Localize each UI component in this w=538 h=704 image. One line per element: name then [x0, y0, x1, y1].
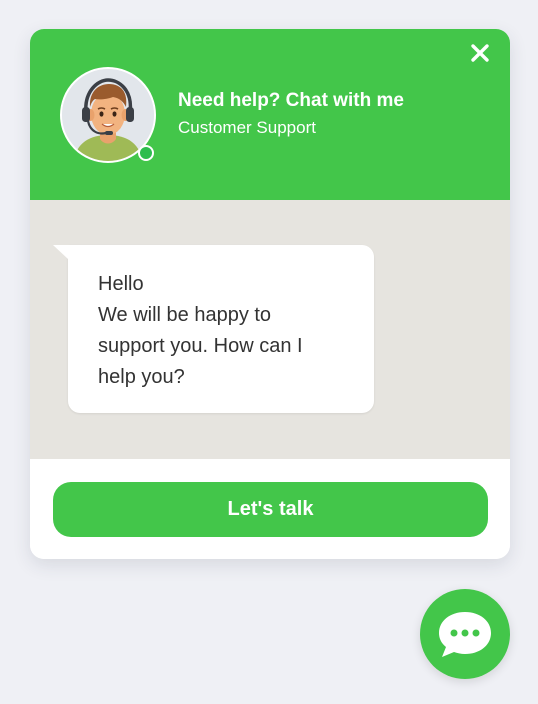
chat-title: Need help? Chat with me: [178, 90, 404, 111]
message-line: We will be happy to: [98, 304, 272, 326]
message-text: Hello We will be happy to support you. H…: [98, 269, 344, 393]
chat-messages-area: Hello We will be happy to support you. H…: [30, 200, 510, 459]
chat-subtitle: Customer Support: [178, 118, 316, 137]
chat-launcher-button[interactable]: [420, 589, 510, 679]
chat-header: Need help? Chat with me Customer Support: [30, 29, 510, 200]
message-line: help you?: [98, 366, 185, 388]
bubble-tail: [53, 245, 68, 259]
agent-message-bubble: Hello We will be happy to support you. H…: [53, 245, 374, 413]
close-icon: [471, 44, 489, 62]
chat-widget: Need help? Chat with me Customer Support…: [30, 29, 510, 559]
online-status-dot: [138, 145, 154, 161]
chat-bubble-icon: [439, 612, 491, 657]
message-line: support you. How can I: [98, 335, 303, 357]
agent-avatar-wrapper: [60, 67, 156, 163]
message-line: Hello: [98, 273, 144, 295]
lets-talk-button[interactable]: Let's talk: [53, 482, 488, 537]
close-button[interactable]: [468, 41, 492, 65]
chat-footer: Let's talk: [30, 459, 510, 559]
